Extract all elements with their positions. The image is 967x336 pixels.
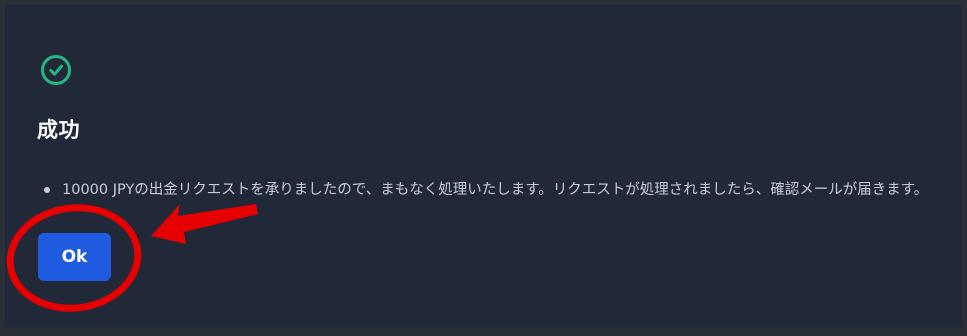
message-item: 10000 JPYの出金リクエストを承りましたので、まもなく処理いたします。リク… — [44, 180, 928, 200]
bullet-icon — [44, 187, 50, 193]
ok-button[interactable]: Ok — [38, 233, 111, 281]
success-dialog: 成功 10000 JPYの出金リクエストを承りましたので、まもなく処理いたします… — [4, 4, 963, 328]
dialog-title: 成功 — [37, 118, 80, 142]
message-text: 10000 JPYの出金リクエストを承りましたので、まもなく処理いたします。リク… — [62, 182, 929, 198]
check-circle-icon — [41, 55, 71, 85]
message-list: 10000 JPYの出金リクエストを承りましたので、まもなく処理いたします。リク… — [44, 180, 928, 200]
screenshot-frame: 成功 10000 JPYの出金リクエストを承りましたので、まもなく処理いたします… — [0, 0, 967, 336]
